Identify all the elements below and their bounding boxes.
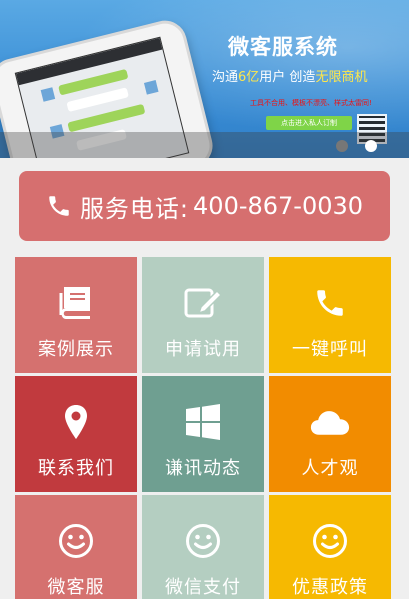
smiley-icon [56, 521, 96, 561]
smiley-icon [310, 521, 350, 561]
tile-label: 一键呼叫 [292, 339, 368, 360]
book-icon [56, 283, 96, 323]
banner-title: 微客服系统 [228, 35, 338, 59]
service-phone-button[interactable]: 服务电话: 400-867-0030 [19, 171, 390, 241]
banner-carousel[interactable]: 微客服系统 沟通6亿用户 创造无限商机 工具不合用、模板不漂亮、样式太雷同! 点… [0, 0, 409, 158]
chat-avatar [40, 87, 56, 102]
cloud-icon [310, 402, 350, 442]
carousel-dot-active[interactable] [365, 140, 377, 152]
tile-label: 微信支付 [165, 577, 241, 598]
tile-label: 案例展示 [38, 339, 114, 360]
service-phone-label: 服务电话: [79, 194, 190, 223]
tile-label: 申请试用 [165, 339, 241, 360]
tile-label: 谦讯动态 [165, 458, 241, 479]
tile-label: 微客服 [47, 577, 105, 598]
banner-subtitle: 沟通6亿用户 创造无限商机 [212, 66, 367, 85]
phone-icon [310, 283, 350, 323]
tile-wechat-pay[interactable]: 微信支付 [142, 495, 264, 599]
banner-tagline: 工具不合用、模板不漂亮、样式太雷同! [250, 99, 372, 107]
service-phone-number: 400-867-0030 [193, 192, 364, 220]
tile-label: 人才观 [301, 458, 359, 479]
tile-one-click-call[interactable]: 一键呼叫 [269, 257, 391, 373]
banner-subtitle-text: 沟通 [212, 70, 239, 85]
tile-wechat-service[interactable]: 微客服 [15, 495, 137, 599]
windows-icon [183, 402, 223, 442]
tile-contact-us[interactable]: 联系我们 [15, 376, 137, 492]
tile-label: 优惠政策 [292, 577, 368, 598]
smiley-icon [183, 521, 223, 561]
tile-discount-policy[interactable]: 优惠政策 [269, 495, 391, 599]
location-pin-icon [56, 402, 96, 442]
banner-subtitle-highlight: 6亿 [238, 70, 260, 85]
carousel-dot[interactable] [336, 140, 348, 152]
edit-icon [183, 283, 223, 323]
tile-talent[interactable]: 人才观 [269, 376, 391, 492]
banner-subtitle-highlight: 无限商机 [315, 70, 368, 85]
banner-subtitle-text: 用户 创造 [259, 70, 316, 85]
chat-avatar [143, 80, 159, 95]
banner-cta-button[interactable]: 点击进入私人订制 [266, 116, 352, 130]
tile-apply-trial[interactable]: 申请试用 [142, 257, 264, 373]
tile-news[interactable]: 谦讯动态 [142, 376, 264, 492]
phone-icon [49, 196, 69, 216]
tile-label: 联系我们 [38, 458, 114, 479]
tile-case-showcase[interactable]: 案例展示 [15, 257, 137, 373]
